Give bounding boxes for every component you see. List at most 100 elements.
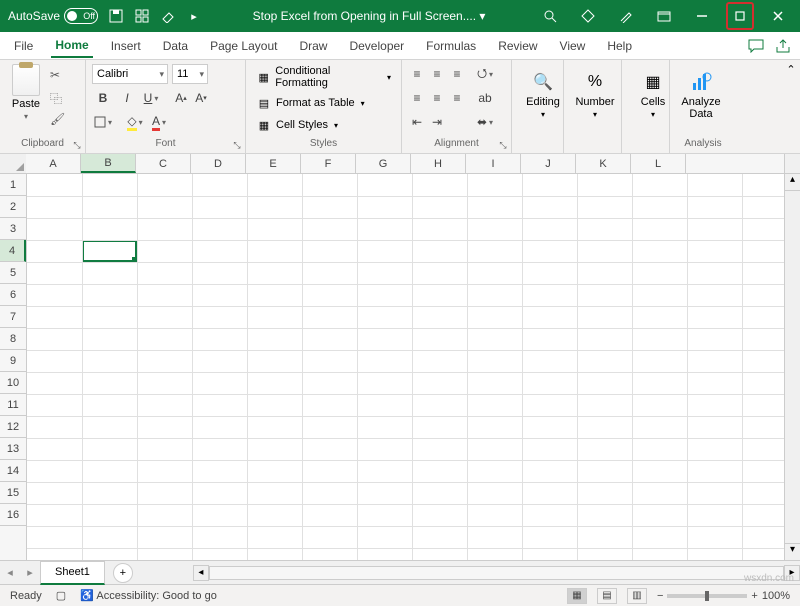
select-all-button[interactable] xyxy=(0,154,26,174)
scroll-left-icon[interactable]: ◂ xyxy=(193,565,209,581)
accessibility-status[interactable]: ♿ Accessibility: Good to go xyxy=(80,589,217,602)
toggle-off-icon[interactable]: Off xyxy=(64,8,98,24)
grid-icon[interactable] xyxy=(134,8,150,24)
zoom-level[interactable]: 100% xyxy=(762,590,790,602)
tab-developer[interactable]: Developer xyxy=(345,35,408,57)
row-header-8[interactable]: 8 xyxy=(0,328,26,350)
page-layout-view-icon[interactable]: ▤ xyxy=(597,588,617,604)
sheet-nav-prev-icon[interactable]: ◂ xyxy=(0,566,20,579)
align-bottom-icon[interactable]: ≡ xyxy=(448,64,466,84)
tab-formulas[interactable]: Formulas xyxy=(422,35,480,57)
align-center-icon[interactable]: ≡ xyxy=(428,88,446,108)
tab-data[interactable]: Data xyxy=(159,35,192,57)
tab-view[interactable]: View xyxy=(556,35,590,57)
document-title[interactable]: Stop Excel from Opening in Full Screen..… xyxy=(202,9,536,23)
row-header-2[interactable]: 2 xyxy=(0,196,26,218)
page-break-view-icon[interactable]: ▥ xyxy=(627,588,647,604)
save-icon[interactable] xyxy=(108,8,124,24)
cut-icon[interactable]: ✂ xyxy=(50,68,66,84)
col-header-J[interactable]: J xyxy=(521,154,576,173)
orientation-icon[interactable]: ⭯ xyxy=(474,64,496,84)
fill-color-button[interactable]: ◇ xyxy=(124,112,146,132)
col-header-E[interactable]: E xyxy=(246,154,301,173)
diamond-icon[interactable] xyxy=(574,2,602,30)
format-as-table-button[interactable]: ▤Format as Table▾ xyxy=(252,94,395,112)
row-header-11[interactable]: 11 xyxy=(0,394,26,416)
row-header-12[interactable]: 12 xyxy=(0,416,26,438)
row-header-4[interactable]: 4 xyxy=(0,240,26,262)
copy-icon[interactable]: ⿻ xyxy=(50,90,66,106)
italic-button[interactable]: I xyxy=(116,88,138,108)
eraser-icon[interactable] xyxy=(160,8,176,24)
tab-review[interactable]: Review xyxy=(494,35,541,57)
row-header-16[interactable]: 16 xyxy=(0,504,26,526)
tab-draw[interactable]: Draw xyxy=(295,35,331,57)
zoom-in-icon[interactable]: + xyxy=(751,590,757,602)
analyze-data-button[interactable]: Analyze Data xyxy=(676,64,726,120)
col-header-K[interactable]: K xyxy=(576,154,631,173)
tab-page-layout[interactable]: Page Layout xyxy=(206,35,281,57)
row-header-10[interactable]: 10 xyxy=(0,372,26,394)
format-painter-icon[interactable]: 🖌 xyxy=(50,112,66,128)
col-header-G[interactable]: G xyxy=(356,154,411,173)
font-size-select[interactable]: 11 xyxy=(172,64,208,84)
tab-insert[interactable]: Insert xyxy=(107,35,145,57)
row-header-15[interactable]: 15 xyxy=(0,482,26,504)
font-name-select[interactable]: Calibri xyxy=(92,64,168,84)
align-left-icon[interactable]: ≡ xyxy=(408,88,426,108)
row-header-9[interactable]: 9 xyxy=(0,350,26,372)
row-header-14[interactable]: 14 xyxy=(0,460,26,482)
decrease-indent-icon[interactable]: ⇤ xyxy=(408,112,426,132)
align-top-icon[interactable]: ≡ xyxy=(408,64,426,84)
dialog-launcher-icon[interactable]: ⤡ xyxy=(231,139,243,151)
decrease-font-icon[interactable]: A▾ xyxy=(192,88,210,108)
increase-font-icon[interactable]: A▴ xyxy=(172,88,190,108)
col-header-L[interactable]: L xyxy=(631,154,686,173)
tab-home[interactable]: Home xyxy=(51,34,92,58)
worksheet-grid[interactable]: 12345678910111213141516 xyxy=(0,174,800,560)
zoom-out-icon[interactable]: − xyxy=(657,590,663,602)
align-right-icon[interactable]: ≡ xyxy=(448,88,466,108)
window-icon[interactable] xyxy=(650,2,678,30)
row-header-13[interactable]: 13 xyxy=(0,438,26,460)
col-header-A[interactable]: A xyxy=(26,154,81,173)
font-color-button[interactable]: A xyxy=(148,112,170,132)
col-header-F[interactable]: F xyxy=(301,154,356,173)
collapse-ribbon-icon[interactable]: ⌃ xyxy=(782,60,800,78)
share-icon[interactable] xyxy=(776,39,790,53)
dialog-launcher-icon[interactable]: ⤡ xyxy=(71,139,83,151)
align-middle-icon[interactable]: ≡ xyxy=(428,64,446,84)
comments-icon[interactable] xyxy=(748,39,764,53)
pen-icon[interactable] xyxy=(612,2,640,30)
col-header-H[interactable]: H xyxy=(411,154,466,173)
borders-button[interactable] xyxy=(92,112,114,132)
row-header-6[interactable]: 6 xyxy=(0,284,26,306)
minimize-button[interactable] xyxy=(688,2,716,30)
merge-icon[interactable]: ⬌ xyxy=(474,112,496,132)
underline-button[interactable]: U xyxy=(140,88,162,108)
dialog-launcher-icon[interactable]: ⤡ xyxy=(497,139,509,151)
row-header-7[interactable]: 7 xyxy=(0,306,26,328)
zoom-control[interactable]: − + 100% xyxy=(657,590,790,602)
col-header-C[interactable]: C xyxy=(136,154,191,173)
col-header-I[interactable]: I xyxy=(466,154,521,173)
col-header-D[interactable]: D xyxy=(191,154,246,173)
wrap-text-icon[interactable]: ab xyxy=(474,88,496,108)
autosave-toggle[interactable]: AutoSave Off xyxy=(8,8,98,24)
tab-help[interactable]: Help xyxy=(603,35,636,57)
active-cell[interactable] xyxy=(82,240,137,262)
normal-view-icon[interactable]: ▦ xyxy=(567,588,587,604)
editing-button[interactable]: 🔍 Editing▾ xyxy=(518,64,568,119)
add-sheet-button[interactable]: + xyxy=(113,563,133,583)
sheet-nav-next-icon[interactable]: ▸ xyxy=(20,566,40,579)
conditional-formatting-button[interactable]: ▦Conditional Formatting▾ xyxy=(252,64,395,90)
horizontal-scrollbar[interactable]: ◂ ▸ xyxy=(193,565,800,581)
row-header-5[interactable]: 5 xyxy=(0,262,26,284)
bold-button[interactable]: B xyxy=(92,88,114,108)
macro-record-icon[interactable]: ▢ xyxy=(56,589,66,602)
search-icon[interactable] xyxy=(536,2,564,30)
vertical-scrollbar[interactable] xyxy=(784,174,800,560)
number-button[interactable]: % Number▾ xyxy=(570,64,620,119)
paste-button[interactable]: Paste ▾ xyxy=(6,64,46,128)
restore-button[interactable] xyxy=(726,2,754,30)
